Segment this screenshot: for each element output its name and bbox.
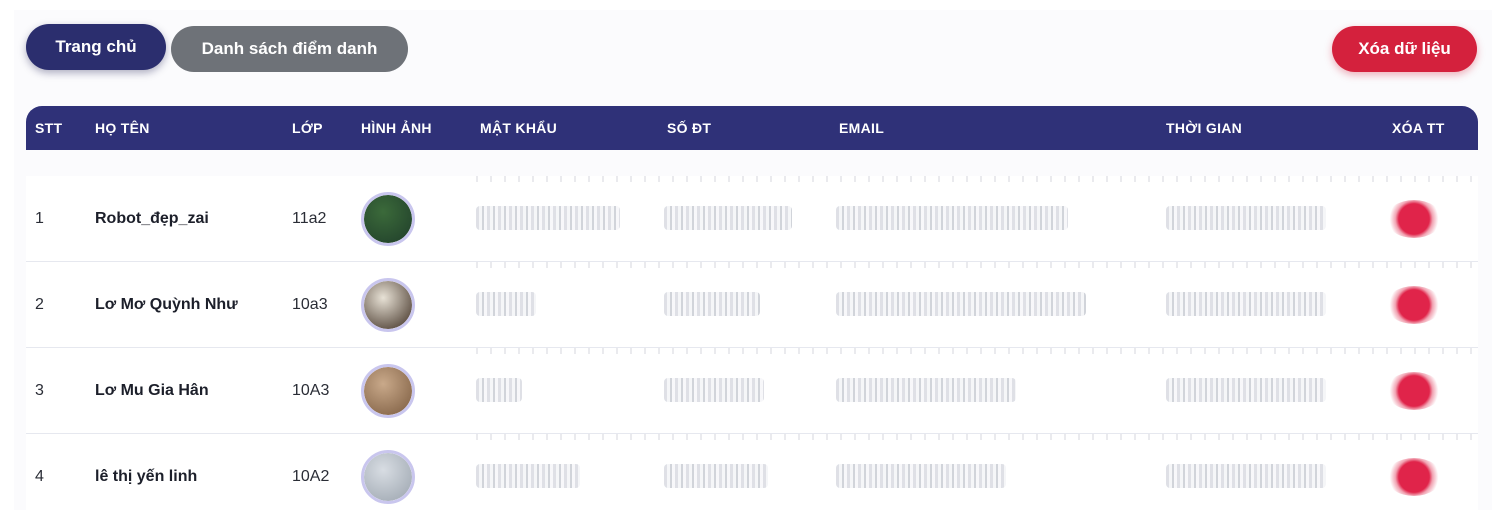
cell-stt: 3 — [35, 382, 44, 399]
avatar-image — [364, 453, 412, 501]
avatar-image — [364, 367, 412, 415]
table-row: 1 Robot_đẹp_zai 11a2 — [26, 176, 1478, 262]
home-button[interactable]: Trang chủ — [26, 24, 166, 70]
time-redacted — [1166, 206, 1326, 230]
phone-redacted — [664, 378, 764, 402]
avatar — [361, 278, 415, 332]
header-password: MẬT KHẨU — [480, 120, 558, 136]
password-redacted — [476, 292, 536, 316]
delete-icon[interactable] — [1386, 372, 1442, 410]
delete-icon[interactable] — [1386, 200, 1442, 238]
header-image: HÌNH ẢNH — [361, 120, 432, 136]
time-redacted — [1166, 292, 1326, 316]
password-redacted — [476, 464, 580, 488]
header-class: LỚP — [292, 120, 323, 136]
header-name: HỌ TÊN — [95, 120, 150, 136]
avatar-image — [364, 281, 412, 329]
cell-name: lê thị yến linh — [95, 468, 198, 485]
cell-class: 10A2 — [292, 468, 330, 485]
phone-redacted — [664, 206, 792, 230]
table-row: 2 Lơ Mơ Quỳnh Như 10a3 — [26, 262, 1478, 348]
cell-stt: 4 — [35, 468, 44, 485]
header-time: THỜI GIAN — [1166, 120, 1243, 136]
table-header: STT HỌ TÊN LỚP HÌNH ẢNH MẬT KHẨU SỐ ĐT E… — [26, 106, 1478, 150]
header-stt: STT — [35, 120, 63, 136]
email-redacted — [836, 206, 1068, 230]
email-redacted — [836, 292, 1086, 316]
table-row: 3 Lơ Mu Gia Hân 10A3 — [26, 348, 1478, 434]
password-redacted — [476, 378, 522, 402]
delete-icon[interactable] — [1386, 458, 1442, 496]
avatar-image — [364, 195, 412, 243]
table-body: 1 Robot_đẹp_zai 11a2 2 Lơ Mơ Quỳnh Như 1… — [26, 176, 1478, 510]
avatar — [361, 450, 415, 504]
phone-redacted — [664, 464, 768, 488]
time-redacted — [1166, 378, 1326, 402]
cell-class: 10a3 — [292, 296, 328, 313]
header-phone: SỐ ĐT — [667, 120, 712, 136]
header-email: EMAIL — [839, 120, 885, 136]
cell-class: 11a2 — [292, 210, 327, 227]
clear-data-button[interactable]: Xóa dữ liệu — [1332, 26, 1477, 72]
cell-name: Lơ Mơ Quỳnh Như — [95, 296, 238, 313]
time-redacted — [1166, 464, 1326, 488]
attendance-list-button[interactable]: Danh sách điểm danh — [171, 26, 408, 72]
cell-stt: 1 — [35, 210, 44, 227]
delete-icon[interactable] — [1386, 286, 1442, 324]
cell-class: 10A3 — [292, 382, 330, 399]
table-row: 4 lê thị yến linh 10A2 — [26, 434, 1478, 518]
cell-name: Lơ Mu Gia Hân — [95, 382, 209, 399]
avatar — [361, 192, 415, 246]
cell-stt: 2 — [35, 296, 44, 313]
avatar — [361, 364, 415, 418]
email-redacted — [836, 464, 1006, 488]
cell-name: Robot_đẹp_zai — [95, 210, 209, 227]
phone-redacted — [664, 292, 760, 316]
password-redacted — [476, 206, 620, 230]
email-redacted — [836, 378, 1016, 402]
header-delete: XÓA TT — [1392, 120, 1445, 136]
